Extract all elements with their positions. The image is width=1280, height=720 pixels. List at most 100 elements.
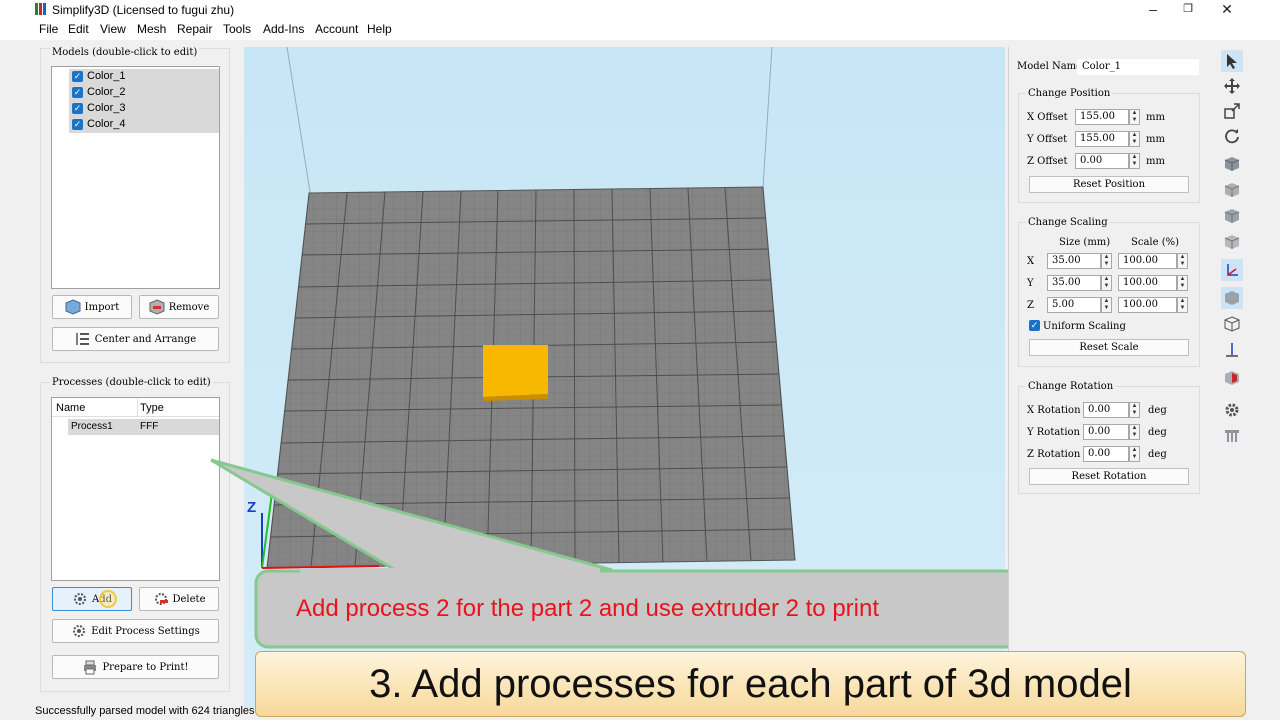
menu-view[interactable]: View: [100, 22, 126, 36]
menu-repair[interactable]: Repair: [177, 22, 212, 36]
rotation-title: Change Rotation: [1026, 381, 1116, 392]
cross-section-icon[interactable]: [1221, 367, 1243, 389]
x-offset-label: X Offset: [1027, 112, 1068, 123]
list-item[interactable]: ✓ Color_4: [69, 117, 219, 133]
center-arrange-button[interactable]: Center and Arrange: [52, 327, 219, 351]
size-z-spinner[interactable]: ▲ ▼: [1101, 297, 1112, 313]
list-item[interactable]: ✓ Color_3: [69, 101, 219, 117]
view-front-icon[interactable]: [1221, 179, 1243, 201]
scaling-title: Change Scaling: [1026, 217, 1110, 228]
properties-panel: Model Name: Color_1 Change Position X Of…: [1008, 47, 1218, 708]
axes-icon[interactable]: [1221, 259, 1243, 281]
menu-mesh[interactable]: Mesh: [137, 22, 166, 36]
scale-header: Scale (%): [1131, 237, 1180, 248]
cube-remove-icon: [149, 299, 165, 315]
column-name[interactable]: Name: [56, 402, 85, 414]
scale-x-field[interactable]: 100.00: [1118, 253, 1177, 269]
scale-z-field[interactable]: 100.00: [1118, 297, 1177, 313]
position-title: Change Position: [1026, 88, 1113, 99]
size-y-field[interactable]: 35.00: [1047, 275, 1101, 291]
x-rotation-field[interactable]: 0.00: [1083, 402, 1129, 418]
menu-help[interactable]: Help: [367, 22, 392, 36]
column-type[interactable]: Type: [140, 402, 164, 414]
z-rotation-spinner[interactable]: ▲ ▼: [1129, 446, 1140, 462]
scale-y-label: Y: [1027, 278, 1034, 289]
menu-add-ins[interactable]: Add-Ins: [263, 22, 304, 36]
z-offset-spinner[interactable]: ▲ ▼: [1129, 153, 1140, 169]
processes-table[interactable]: Name Type Process1 FFF: [51, 397, 220, 581]
minimize-icon[interactable]: –: [1136, 0, 1170, 19]
models-list[interactable]: ✓ Color_1 ✓ Color_2 ✓ Color_3 ✓ Color_4: [51, 66, 220, 289]
settings-gear-icon[interactable]: [1221, 399, 1243, 421]
x-offset-field[interactable]: 155.00: [1075, 109, 1129, 125]
view-top-icon[interactable]: [1221, 205, 1243, 227]
window-title: Simplify3D (Licensed to fugui zhu): [52, 3, 235, 17]
import-button[interactable]: Import: [52, 295, 132, 319]
table-row[interactable]: Process1 FFF: [68, 419, 219, 435]
list-item[interactable]: ✓ Color_1: [69, 69, 219, 85]
size-z-field[interactable]: 5.00: [1047, 297, 1101, 313]
select-icon[interactable]: [1221, 50, 1243, 72]
view-solid-icon[interactable]: [1221, 287, 1243, 309]
edit-process-settings-button[interactable]: Edit Process Settings: [52, 619, 219, 643]
z-rotation-field[interactable]: 0.00: [1083, 446, 1129, 462]
menu-file[interactable]: File: [39, 22, 58, 36]
checkbox-icon[interactable]: ✓: [72, 103, 83, 114]
y-offset-spinner[interactable]: ▲ ▼: [1129, 131, 1140, 147]
menu-edit[interactable]: Edit: [68, 22, 89, 36]
y-offset-field[interactable]: 155.00: [1075, 131, 1129, 147]
x-offset-spinner[interactable]: ▲ ▼: [1129, 109, 1140, 125]
gear-delete-icon: [154, 593, 168, 605]
view-side-icon[interactable]: [1221, 231, 1243, 253]
height-icon[interactable]: [1221, 339, 1243, 361]
reset-rotation-button[interactable]: Reset Rotation: [1029, 468, 1189, 485]
column-divider: [137, 398, 138, 417]
model-name-field[interactable]: Color_1: [1077, 59, 1199, 75]
checkbox-icon[interactable]: ✓: [72, 87, 83, 98]
x-rotation-spinner[interactable]: ▲ ▼: [1129, 402, 1140, 418]
prepare-to-print-button[interactable]: Prepare to Print!: [52, 655, 219, 679]
reset-scale-button[interactable]: Reset Scale: [1029, 339, 1189, 356]
rotate-icon[interactable]: [1221, 125, 1243, 147]
maximize-icon[interactable]: ❐: [1171, 0, 1205, 19]
y-offset-label: Y Offset: [1027, 134, 1068, 145]
list-item[interactable]: ✓ Color_2: [69, 85, 219, 101]
status-bar: Successfully parsed model with 624 trian…: [35, 705, 255, 717]
remove-button[interactable]: Remove: [139, 295, 219, 319]
wireframe-icon[interactable]: [1221, 313, 1243, 335]
reset-position-button[interactable]: Reset Position: [1029, 176, 1189, 193]
deg-label: deg: [1148, 427, 1167, 438]
scale-y-spinner[interactable]: ▲ ▼: [1177, 275, 1188, 291]
x-rotation-label: X Rotation: [1027, 405, 1081, 416]
close-icon[interactable]: ✕: [1210, 0, 1244, 19]
scale-icon[interactable]: [1221, 100, 1243, 122]
scale-x-label: X: [1027, 256, 1035, 267]
size-y-spinner[interactable]: ▲ ▼: [1101, 275, 1112, 291]
model-part[interactable]: [483, 345, 548, 397]
models-label: Models (double-click to edit): [50, 47, 200, 58]
scale-z-spinner[interactable]: ▲ ▼: [1177, 297, 1188, 313]
y-rotation-label: Y Rotation: [1027, 427, 1080, 438]
size-x-field[interactable]: 35.00: [1047, 253, 1101, 269]
move-icon[interactable]: [1221, 75, 1243, 97]
view-iso-icon[interactable]: [1221, 153, 1243, 175]
checkbox-icon[interactable]: ✓: [72, 71, 83, 82]
size-x-spinner[interactable]: ▲ ▼: [1101, 253, 1112, 269]
y-rotation-spinner[interactable]: ▲ ▼: [1129, 424, 1140, 440]
delete-process-button[interactable]: Delete: [139, 587, 219, 611]
checkbox-icon[interactable]: ✓: [72, 119, 83, 130]
supports-icon[interactable]: [1221, 424, 1243, 446]
deg-label: deg: [1148, 405, 1167, 416]
menu-tools[interactable]: Tools: [223, 22, 251, 36]
z-offset-field[interactable]: 0.00: [1075, 153, 1129, 169]
scale-x-spinner[interactable]: ▲ ▼: [1177, 253, 1188, 269]
app-icon: [35, 3, 46, 15]
uniform-scaling-checkbox[interactable]: ✓: [1029, 320, 1040, 331]
scale-y-field[interactable]: 100.00: [1118, 275, 1177, 291]
y-rotation-field[interactable]: 0.00: [1083, 424, 1129, 440]
scale-z-label: Z: [1027, 300, 1034, 311]
menu-account[interactable]: Account: [315, 22, 358, 36]
add-process-button[interactable]: Add: [52, 587, 132, 611]
build-volume-edge: [762, 47, 773, 188]
printer-icon: [84, 660, 97, 675]
